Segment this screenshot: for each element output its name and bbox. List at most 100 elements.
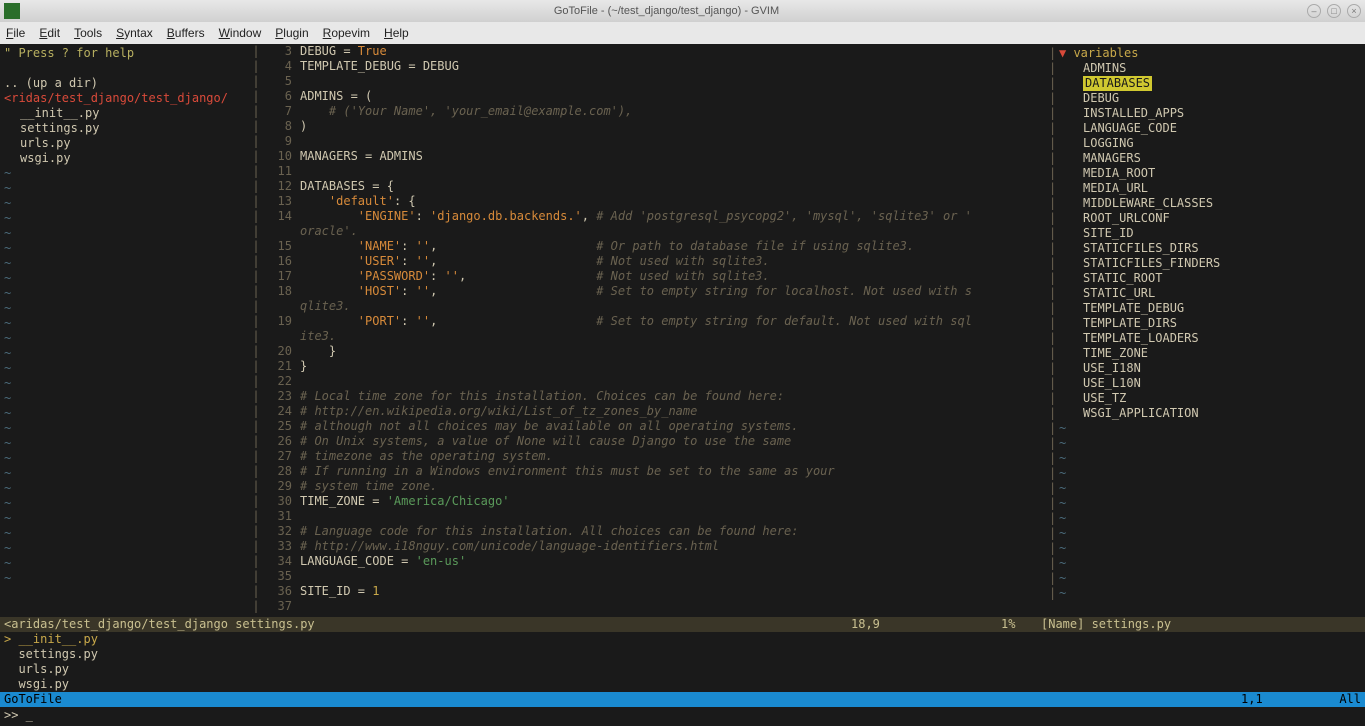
menu-buffers[interactable]: Buffers: [167, 26, 205, 40]
minimize-button[interactable]: –: [1307, 4, 1321, 18]
status-tagbar: [Name] settings.py: [1041, 617, 1361, 632]
code-line[interactable]: 'HOST': '', # Set to empty string for lo…: [300, 284, 1045, 299]
taglist-item[interactable]: |USE_TZ: [1049, 391, 1361, 406]
code-line[interactable]: 'USER': '', # Not used with sqlite3.: [300, 254, 1045, 269]
taglist-item[interactable]: |TIME_ZONE: [1049, 346, 1361, 361]
code-line[interactable]: 'ENGINE': 'django.db.backends.', # Add '…: [300, 209, 1045, 224]
window-titlebar: GoToFile - (~/test_django/test_django) -…: [0, 0, 1365, 22]
taglist-item[interactable]: |DEBUG: [1049, 91, 1361, 106]
status-file: <aridas/test_django/test_django settings…: [4, 617, 851, 632]
code-line[interactable]: [300, 599, 1045, 614]
taglist-item[interactable]: |SITE_ID: [1049, 226, 1361, 241]
taglist-item[interactable]: |ROOT_URLCONF: [1049, 211, 1361, 226]
taglist-item[interactable]: |LANGUAGE_CODE: [1049, 121, 1361, 136]
gotofile-item[interactable]: urls.py: [4, 662, 1361, 677]
taglist-item[interactable]: |DATABASES: [1049, 76, 1361, 91]
menu-plugin[interactable]: Plugin: [275, 26, 308, 40]
taglist-header: variables: [1073, 46, 1138, 60]
explorer-file[interactable]: urls.py: [4, 136, 246, 151]
code-line[interactable]: [300, 569, 1045, 584]
tag-list[interactable]: |▼ variables |ADMINS|DATABASES|DEBUG|INS…: [1045, 44, 1365, 617]
code-line[interactable]: # although not all choices may be availa…: [300, 419, 1045, 434]
gotofile-item[interactable]: __init__.py: [4, 632, 1361, 647]
code-line[interactable]: [300, 74, 1045, 89]
menu-window[interactable]: Window: [219, 26, 262, 40]
code-line[interactable]: # system time zone.: [300, 479, 1045, 494]
taglist-item[interactable]: |TEMPLATE_DEBUG: [1049, 301, 1361, 316]
taglist-item[interactable]: |MEDIA_URL: [1049, 181, 1361, 196]
code-line[interactable]: # If running in a Windows environment th…: [300, 464, 1045, 479]
code-line[interactable]: ): [300, 119, 1045, 134]
code-line[interactable]: SITE_ID = 1: [300, 584, 1045, 599]
code-line[interactable]: 'NAME': '', # Or path to database file i…: [300, 239, 1045, 254]
menu-syntax[interactable]: Syntax: [116, 26, 153, 40]
code-line[interactable]: [300, 164, 1045, 179]
gotofile-results[interactable]: __init__.pysettings.pyurls.pywsgi.py: [0, 632, 1365, 692]
code-line[interactable]: ADMINS = (: [300, 89, 1045, 104]
code-line[interactable]: ite3.: [300, 329, 1045, 344]
code-line[interactable]: LANGUAGE_CODE = 'en-us': [300, 554, 1045, 569]
fold-icon[interactable]: ▼: [1059, 46, 1073, 60]
code-line[interactable]: # On Unix systems, a value of None will …: [300, 434, 1045, 449]
editor-pane[interactable]: |||||||||||||||||||||||||||||||||||||| 3…: [250, 44, 1045, 617]
file-explorer[interactable]: " Press ? for help .. (up a dir) <ridas/…: [0, 44, 250, 617]
explorer-updir[interactable]: .. (up a dir): [4, 76, 246, 91]
menubar: File Edit Tools Syntax Buffers Window Pl…: [0, 22, 1365, 44]
gotofile-statusbar: GoToFile 1,1 All: [0, 692, 1365, 707]
taglist-item[interactable]: |STATIC_URL: [1049, 286, 1361, 301]
gotofile-label: GoToFile: [4, 692, 1241, 707]
code-line[interactable]: TIME_ZONE = 'America/Chicago': [300, 494, 1045, 509]
code-line[interactable]: 'PASSWORD': '', # Not used with sqlite3.: [300, 269, 1045, 284]
code-content[interactable]: DEBUG = TrueTEMPLATE_DEBUG = DEBUG ADMINS…: [300, 44, 1045, 617]
code-line[interactable]: qlite3.: [300, 299, 1045, 314]
menu-edit[interactable]: Edit: [39, 26, 60, 40]
code-line[interactable]: DATABASES = {: [300, 179, 1045, 194]
explorer-file[interactable]: settings.py: [4, 121, 246, 136]
code-line[interactable]: MANAGERS = ADMINS: [300, 149, 1045, 164]
gotofile-item[interactable]: settings.py: [4, 647, 1361, 662]
menu-ropevim[interactable]: Ropevim: [323, 26, 370, 40]
taglist-item[interactable]: |LOGGING: [1049, 136, 1361, 151]
code-line[interactable]: # Language code for this installation. A…: [300, 524, 1045, 539]
gotofile-item[interactable]: wsgi.py: [4, 677, 1361, 692]
code-line[interactable]: oracle'.: [300, 224, 1045, 239]
code-line[interactable]: }: [300, 359, 1045, 374]
code-line[interactable]: # http://en.wikipedia.org/wiki/List_of_t…: [300, 404, 1045, 419]
code-line[interactable]: DEBUG = True: [300, 44, 1045, 59]
taglist-item[interactable]: |MIDDLEWARE_CLASSES: [1049, 196, 1361, 211]
code-line[interactable]: 'PORT': '', # Set to empty string for de…: [300, 314, 1045, 329]
menu-tools[interactable]: Tools: [74, 26, 102, 40]
code-line[interactable]: [300, 134, 1045, 149]
gotofile-position: 1,1: [1241, 692, 1321, 707]
maximize-button[interactable]: □: [1327, 4, 1341, 18]
taglist-item[interactable]: |TEMPLATE_LOADERS: [1049, 331, 1361, 346]
code-line[interactable]: [300, 374, 1045, 389]
menu-file[interactable]: File: [6, 26, 25, 40]
line-numbers: 3456789101112131415161718192021222324252…: [262, 44, 300, 617]
taglist-item[interactable]: |INSTALLED_APPS: [1049, 106, 1361, 121]
taglist-item[interactable]: |USE_L10N: [1049, 376, 1361, 391]
taglist-item[interactable]: |STATIC_ROOT: [1049, 271, 1361, 286]
explorer-file[interactable]: __init__.py: [4, 106, 246, 121]
taglist-item[interactable]: |WSGI_APPLICATION: [1049, 406, 1361, 421]
close-button[interactable]: ×: [1347, 4, 1361, 18]
taglist-item[interactable]: |TEMPLATE_DIRS: [1049, 316, 1361, 331]
taglist-item[interactable]: |ADMINS: [1049, 61, 1361, 76]
code-line[interactable]: # ('Your Name', 'your_email@example.com'…: [300, 104, 1045, 119]
taglist-item[interactable]: |MEDIA_ROOT: [1049, 166, 1361, 181]
code-line[interactable]: TEMPLATE_DEBUG = DEBUG: [300, 59, 1045, 74]
code-line[interactable]: 'default': {: [300, 194, 1045, 209]
taglist-item[interactable]: |STATICFILES_FINDERS: [1049, 256, 1361, 271]
command-line[interactable]: >> _: [0, 707, 1365, 724]
status-position: 18,9: [851, 617, 1001, 632]
taglist-item[interactable]: |STATICFILES_DIRS: [1049, 241, 1361, 256]
code-line[interactable]: }: [300, 344, 1045, 359]
taglist-item[interactable]: |USE_I18N: [1049, 361, 1361, 376]
taglist-item[interactable]: |MANAGERS: [1049, 151, 1361, 166]
code-line[interactable]: # Local time zone for this installation.…: [300, 389, 1045, 404]
code-line[interactable]: # http://www.i18nguy.com/unicode/languag…: [300, 539, 1045, 554]
explorer-file[interactable]: wsgi.py: [4, 151, 246, 166]
code-line[interactable]: [300, 509, 1045, 524]
menu-help[interactable]: Help: [384, 26, 409, 40]
code-line[interactable]: # timezone as the operating system.: [300, 449, 1045, 464]
